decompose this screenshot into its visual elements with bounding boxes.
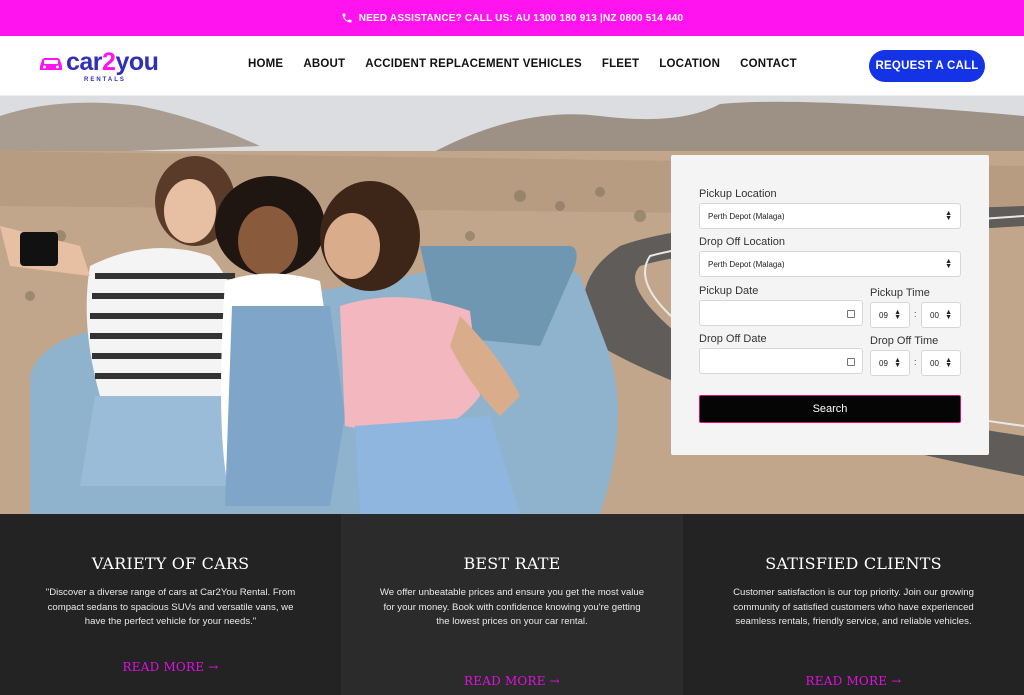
- select-arrows-icon: ▲ ▼: [945, 309, 952, 321]
- feature-text: Customer satisfaction is our top priorit…: [733, 587, 974, 628]
- pickup-hour-value: 09: [879, 310, 888, 320]
- nav-fleet[interactable]: FLEET: [602, 58, 639, 70]
- select-arrows-icon: ▲ ▼: [945, 258, 952, 270]
- select-arrows-icon: ▲ ▼: [945, 210, 952, 222]
- pickup-date-label: Pickup Date: [699, 285, 759, 297]
- pickup-minute-value: 00: [930, 310, 939, 320]
- pickup-time-label: Pickup Time: [870, 287, 930, 299]
- select-arrows-icon: ▲ ▼: [894, 357, 901, 369]
- brand-logo[interactable]: car2you RENTALS: [38, 46, 178, 86]
- feature-best-rate: BEST RATE We offer unbeatable prices and…: [341, 514, 683, 695]
- dropoff-hour-value: 09: [879, 358, 888, 368]
- dropoff-date-input[interactable]: [699, 348, 863, 374]
- dropoff-time-label: Drop Off Time: [870, 335, 939, 347]
- select-arrows-icon: ▲ ▼: [894, 309, 901, 321]
- dropoff-minute-value: 00: [930, 358, 939, 368]
- dropoff-minute-select[interactable]: 00 ▲ ▼: [921, 350, 961, 376]
- pickup-date-input[interactable]: [699, 300, 863, 326]
- phone-icon: [342, 13, 352, 23]
- booking-search-form: Pickup Location Perth Depot (Malaga) ▲ ▼ …: [671, 155, 989, 455]
- select-arrows-icon: ▲ ▼: [945, 357, 952, 369]
- dropoff-location-select[interactable]: Perth Depot (Malaga) ▲ ▼: [699, 251, 961, 277]
- calendar-icon: [847, 310, 855, 318]
- pickup-hour-select[interactable]: 09 ▲ ▼: [870, 302, 910, 328]
- car-logo-icon: [40, 58, 62, 70]
- main-nav: HOME ABOUT ACCIDENT REPLACEMENT VEHICLES…: [248, 58, 817, 70]
- calendar-icon: [847, 358, 855, 366]
- feature-title: SATISFIED CLIENTS: [765, 554, 942, 573]
- site-header: car2you RENTALS HOME ABOUT ACCIDENT REPL…: [0, 36, 1024, 96]
- dropoff-location-value: Perth Depot (Malaga): [708, 259, 785, 269]
- dropoff-date-label: Drop Off Date: [699, 333, 767, 345]
- pickup-location-select[interactable]: Perth Depot (Malaga) ▲ ▼: [699, 203, 961, 229]
- feature-text: "Discover a diverse range of cars at Car…: [45, 587, 296, 628]
- nav-contact[interactable]: CONTACT: [740, 58, 797, 70]
- nav-location[interactable]: LOCATION: [659, 58, 720, 70]
- nav-accident-replacement-vehicles[interactable]: ACCIDENT REPLACEMENT VEHICLES: [365, 58, 582, 70]
- pickup-location-value: Perth Depot (Malaga): [708, 211, 785, 221]
- feature-title: BEST RATE: [463, 554, 561, 573]
- feature-text: We offer unbeatable prices and ensure yo…: [379, 587, 645, 628]
- nav-about[interactable]: ABOUT: [303, 58, 345, 70]
- read-more-link[interactable]: READ MORE →: [683, 674, 1024, 688]
- logo-wordmark: car2you: [66, 48, 159, 76]
- read-more-link[interactable]: READ MORE →: [0, 660, 341, 674]
- pickup-location-label: Pickup Location: [699, 188, 777, 200]
- dropoff-location-label: Drop Off Location: [699, 236, 786, 248]
- dropoff-hour-select[interactable]: 09 ▲ ▼: [870, 350, 910, 376]
- pickup-minute-select[interactable]: 00 ▲ ▼: [921, 302, 961, 328]
- search-button[interactable]: Search: [699, 395, 961, 423]
- request-call-button[interactable]: REQUEST A CALL: [869, 50, 985, 82]
- assistance-text: NEED ASSISTANCE? CALL US: AU 1300 180 91…: [358, 12, 684, 24]
- feature-title: VARIETY OF CARS: [91, 554, 250, 573]
- feature-satisfied-clients: SATISFIED CLIENTS Customer satisfaction …: [683, 514, 1024, 695]
- features-section: VARIETY OF CARS "Discover a diverse rang…: [0, 514, 1024, 695]
- feature-variety-of-cars: VARIETY OF CARS "Discover a diverse rang…: [0, 514, 341, 695]
- time-separator: :: [914, 309, 917, 319]
- time-separator: :: [914, 357, 917, 367]
- read-more-link[interactable]: READ MORE →: [341, 674, 683, 688]
- assistance-bar: NEED ASSISTANCE? CALL US: AU 1300 180 91…: [0, 0, 1024, 36]
- nav-home[interactable]: HOME: [248, 58, 283, 70]
- logo-subtitle: RENTALS: [84, 77, 126, 83]
